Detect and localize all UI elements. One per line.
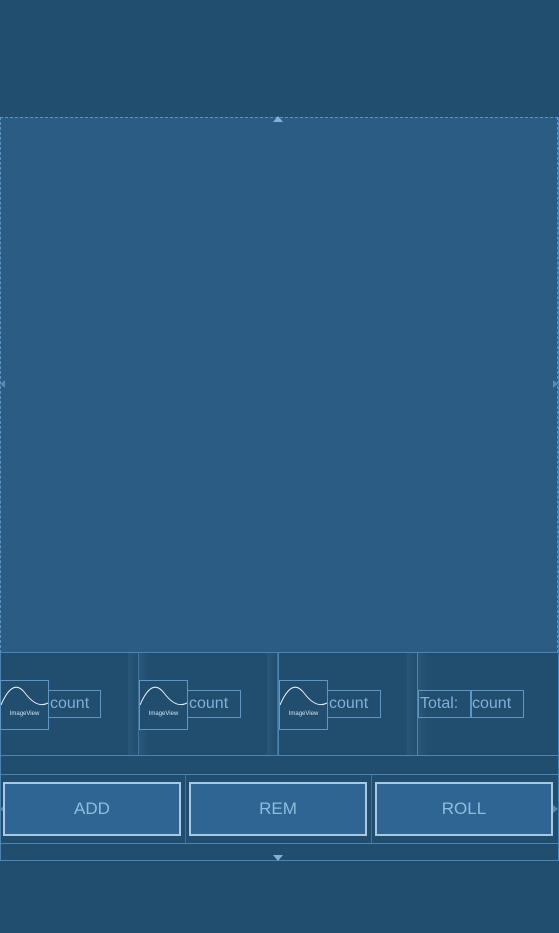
image-caption: ImageView [9, 711, 40, 717]
counter-cell-2: ImageView count [139, 653, 278, 755]
resize-handle-left-icon [0, 380, 5, 388]
cell-divider [407, 653, 417, 755]
total-cell: Total: count [417, 653, 558, 755]
total-label: Total: [418, 690, 472, 718]
counter-cell-1: ImageView count [0, 653, 139, 755]
curve-icon [1, 686, 48, 706]
resize-handle-right-icon [553, 380, 558, 388]
die-image-3: ImageView [279, 680, 328, 730]
curve-icon [140, 686, 187, 706]
remove-button[interactable]: REM [189, 782, 367, 836]
dice-canvas[interactable] [0, 117, 558, 653]
cell-divider [267, 653, 277, 755]
add-button[interactable]: ADD [3, 782, 181, 836]
counter-cell-3: ImageView count [278, 653, 417, 755]
count-label-1: count [48, 690, 101, 718]
die-image-2: ImageView [139, 680, 188, 730]
die-image-1: ImageView [0, 680, 49, 730]
image-caption: ImageView [148, 711, 179, 717]
cell-divider [128, 653, 138, 755]
roll-button[interactable]: ROLL [375, 782, 553, 836]
image-caption: ImageView [288, 711, 319, 717]
top-spacer [0, 0, 559, 117]
bottom-spacer [0, 861, 559, 933]
total-count-label: count [470, 690, 524, 718]
curve-icon [280, 686, 327, 706]
count-label-3: count [327, 690, 381, 718]
resize-handle-top-icon [273, 116, 283, 122]
count-label-2: count [187, 690, 241, 718]
